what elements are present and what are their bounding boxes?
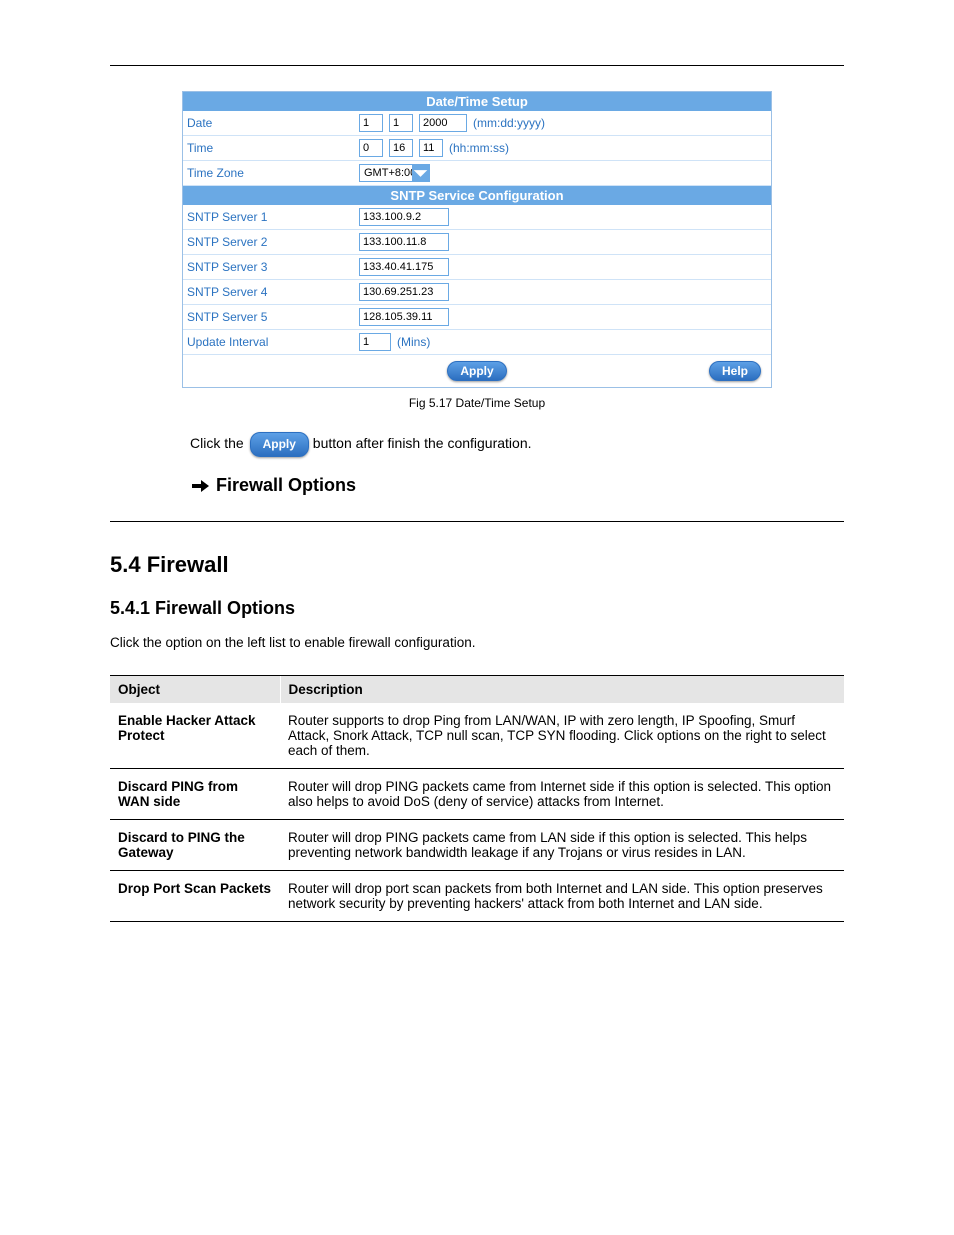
sntp1-input[interactable]	[359, 208, 449, 226]
time-label: Time	[187, 141, 359, 155]
th-object: Object	[110, 676, 280, 704]
time-sec-input[interactable]	[419, 139, 443, 157]
cell-obj: Drop Port Scan Packets	[110, 871, 280, 922]
tz-label: Time Zone	[187, 166, 359, 180]
firewall-subtext: Click the option on the left list to ena…	[110, 633, 844, 653]
apply-button-inline: Apply	[250, 432, 309, 457]
time-min-input[interactable]	[389, 139, 413, 157]
table-row: Discard PING from WAN side Router will d…	[110, 769, 844, 820]
sntp-header: SNTP Service Configuration	[183, 186, 771, 205]
update-interval-hint: (Mins)	[397, 335, 430, 349]
sntp1-row: SNTP Server 1	[183, 205, 771, 230]
apply-instruction: Click the Apply button after finish the …	[190, 432, 844, 457]
para1-suffix: button after finish the configuration.	[309, 435, 532, 451]
update-interval-input[interactable]	[359, 333, 391, 351]
cell-desc: Router will drop PING packets came from …	[280, 820, 844, 871]
rule-mid	[110, 521, 844, 522]
tz-row: Time Zone GMT+8:00	[183, 161, 771, 186]
cell-desc: Router will drop port scan packets from …	[280, 871, 844, 922]
table-row: Drop Port Scan Packets Router will drop …	[110, 871, 844, 922]
date-label: Date	[187, 116, 359, 130]
sntp2-row: SNTP Server 2	[183, 230, 771, 255]
sntp3-row: SNTP Server 3	[183, 255, 771, 280]
sntp2-input[interactable]	[359, 233, 449, 251]
sntp4-row: SNTP Server 4	[183, 280, 771, 305]
firewall-options-bullet: Firewall Options	[190, 475, 844, 496]
firewall-table: Object Description Enable Hacker Attack …	[110, 675, 844, 922]
cell-obj: Enable Hacker Attack Protect	[110, 703, 280, 769]
cell-desc: Router will drop PING packets came from …	[280, 769, 844, 820]
sntp5-input[interactable]	[359, 308, 449, 326]
cell-obj: Discard PING from WAN side	[110, 769, 280, 820]
firewall-heading: 5.4 Firewall	[110, 552, 844, 578]
firewall-options-heading: 5.4.1 Firewall Options	[110, 598, 844, 619]
apply-button[interactable]: Apply	[447, 361, 506, 381]
sntp1-label: SNTP Server 1	[187, 210, 359, 224]
sntp3-label: SNTP Server 3	[187, 260, 359, 274]
table-row: Discard to PING the Gateway Router will …	[110, 820, 844, 871]
config-panel: Date/Time Setup Date (mm:dd:yyyy) Time (…	[182, 91, 772, 388]
time-hour-input[interactable]	[359, 139, 383, 157]
tz-value: GMT+8:00	[360, 167, 412, 179]
para1-prefix: Click the	[190, 435, 248, 451]
figure-caption: Fig 5.17 Date/Time Setup	[110, 396, 844, 410]
sntp5-label: SNTP Server 5	[187, 310, 359, 324]
help-button[interactable]: Help	[709, 361, 761, 381]
rule-top	[110, 65, 844, 66]
sntp4-label: SNTP Server 4	[187, 285, 359, 299]
th-desc: Description	[280, 676, 844, 704]
sntp2-label: SNTP Server 2	[187, 235, 359, 249]
sntp4-input[interactable]	[359, 283, 449, 301]
datetime-header: Date/Time Setup	[183, 92, 771, 111]
arrow-right-icon	[190, 476, 210, 496]
time-hint: (hh:mm:ss)	[449, 141, 509, 155]
date-year-input[interactable]	[419, 114, 467, 132]
date-row: Date (mm:dd:yyyy)	[183, 111, 771, 136]
update-interval-label: Update Interval	[187, 335, 359, 349]
date-hint: (mm:dd:yyyy)	[473, 116, 545, 130]
tz-select[interactable]: GMT+8:00	[359, 164, 430, 182]
cell-desc: Router supports to drop Ping from LAN/WA…	[280, 703, 844, 769]
sntp5-row: SNTP Server 5	[183, 305, 771, 330]
sntp3-input[interactable]	[359, 258, 449, 276]
update-interval-row: Update Interval (Mins)	[183, 330, 771, 355]
chevron-down-icon[interactable]	[412, 165, 429, 182]
date-month-input[interactable]	[359, 114, 383, 132]
table-row: Enable Hacker Attack Protect Router supp…	[110, 703, 844, 769]
button-bar: Apply Help	[183, 355, 771, 387]
date-day-input[interactable]	[389, 114, 413, 132]
table-header-row: Object Description	[110, 676, 844, 704]
time-row: Time (hh:mm:ss)	[183, 136, 771, 161]
cell-obj: Discard to PING the Gateway	[110, 820, 280, 871]
firewall-options-text: Firewall Options	[216, 475, 356, 495]
